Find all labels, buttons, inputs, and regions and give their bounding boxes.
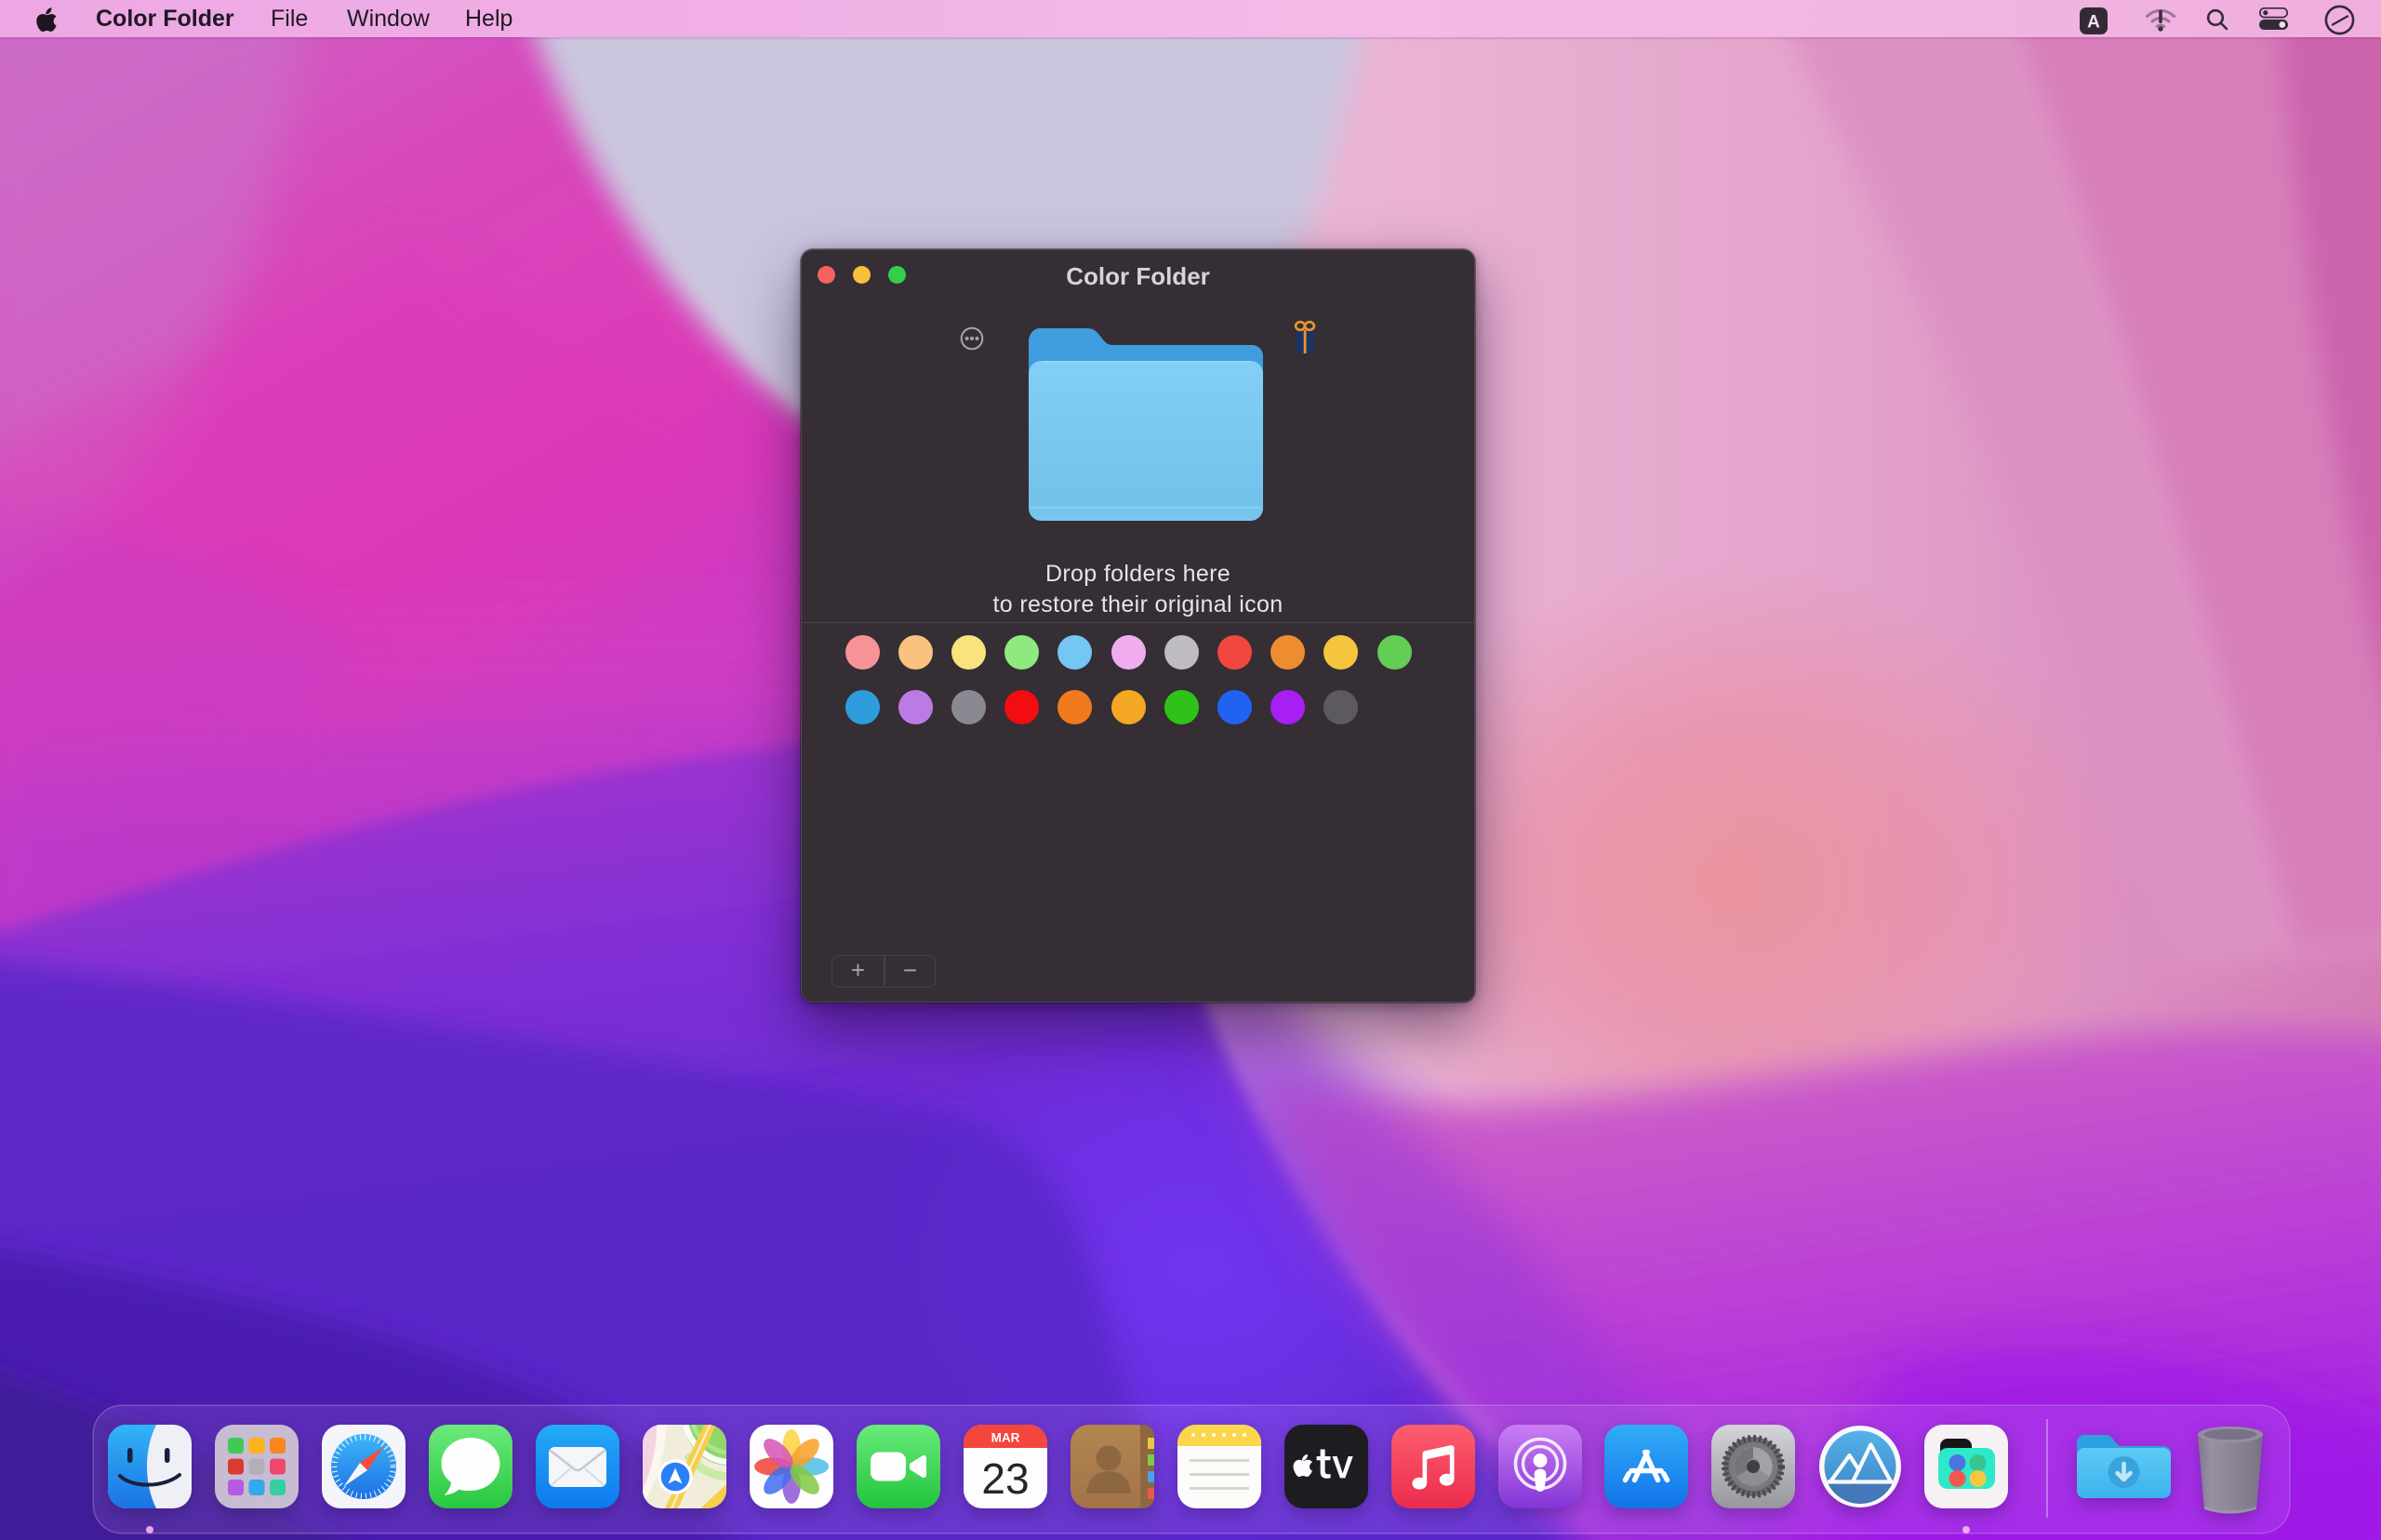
svg-text:23: 23 [981, 1454, 1029, 1503]
svg-text:A: A [2087, 13, 2100, 33]
svg-text:MAR: MAR [991, 1431, 1020, 1445]
